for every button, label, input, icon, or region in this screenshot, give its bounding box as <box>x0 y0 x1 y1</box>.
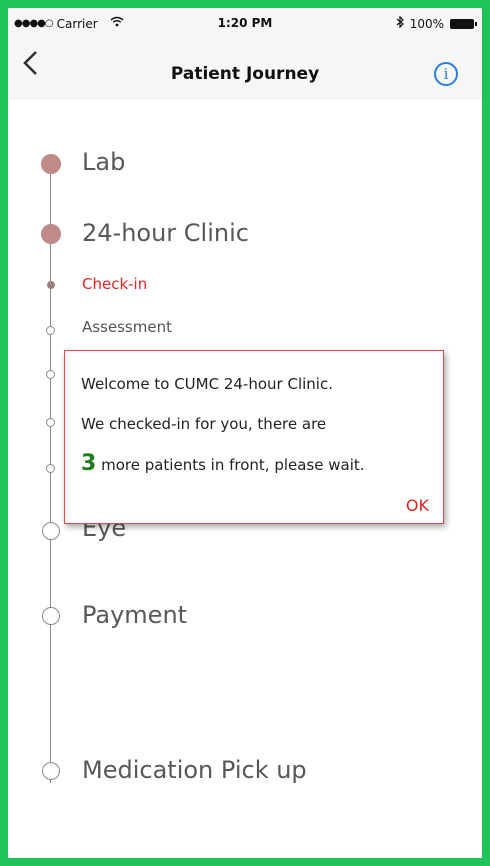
timeline-line <box>50 173 51 783</box>
queue-count: 3 <box>81 451 97 476</box>
timeline-node-hidden-1 <box>46 370 55 379</box>
timeline-node-hidden-2 <box>46 418 55 427</box>
timeline-node-eye <box>42 522 60 540</box>
dialog-queue-text: 3 more patients in front, please wait. <box>81 451 365 476</box>
timeline-node-checkin <box>47 281 55 289</box>
timeline-node-payment <box>42 607 60 625</box>
step-label-lab[interactable]: Lab <box>82 148 125 176</box>
step-label-payment[interactable]: Payment <box>82 601 187 629</box>
status-bar: ●●●●○ Carrier 1:20 PM 100% <box>8 8 482 42</box>
timeline-node-assessment <box>46 326 55 335</box>
battery-icon <box>450 18 477 29</box>
timeline-node-medication <box>42 762 60 780</box>
timeline-node-hidden-3 <box>46 464 55 473</box>
info-icon[interactable]: i <box>434 62 458 86</box>
substep-label-assessment[interactable]: Assessment <box>82 318 172 336</box>
bluetooth-icon <box>396 15 404 31</box>
step-label-medication[interactable]: Medication Pick up <box>82 756 307 784</box>
substep-label-checkin[interactable]: Check-in <box>82 275 147 293</box>
battery-percent: 100% <box>409 16 444 31</box>
navigation-bar: Patient Journey i <box>8 42 482 100</box>
queue-message: more patients in front, please wait. <box>96 456 365 474</box>
timeline-node-lab <box>41 154 61 174</box>
status-right: 100% <box>396 15 477 31</box>
checkin-dialog: Welcome to CUMC 24-hour Clinic. We check… <box>64 350 444 524</box>
step-label-clinic[interactable]: 24-hour Clinic <box>82 219 249 247</box>
page-title: Patient Journey <box>170 64 320 84</box>
phone-screen: ●●●●○ Carrier 1:20 PM 100% Patient Journ… <box>0 0 490 866</box>
timeline-node-clinic <box>41 224 61 244</box>
dialog-welcome-text: Welcome to CUMC 24-hour Clinic. <box>81 375 333 393</box>
ok-button[interactable]: OK <box>406 496 429 515</box>
dialog-checkin-text: We checked-in for you, there are <box>81 415 327 433</box>
